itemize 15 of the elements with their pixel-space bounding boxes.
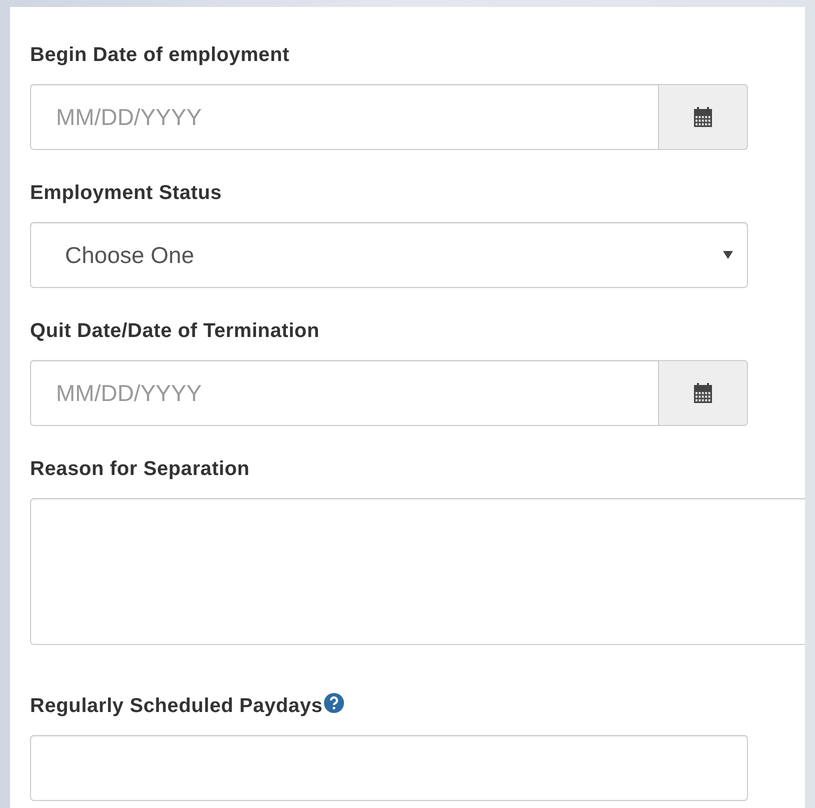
status-select[interactable]: Choose One (30, 222, 748, 288)
field-label: Employment Status (30, 182, 222, 204)
date-input[interactable]: MM/DD/YYYY (30, 360, 658, 426)
calendar-icon (694, 107, 712, 127)
field-label: Reason for Separation (30, 458, 250, 480)
calendar-button[interactable] (658, 84, 748, 150)
text-input[interactable] (30, 735, 748, 801)
date-input[interactable]: MM/DD/YYYY (30, 84, 658, 150)
calendar-icon (694, 383, 712, 403)
field-label: Quit Date/Date of Termination (30, 320, 320, 342)
help-icon[interactable] (324, 693, 344, 713)
field-label: Regularly Scheduled Paydays (30, 694, 323, 718)
caret-icon (723, 251, 733, 259)
field-label: Begin Date of employment (30, 44, 290, 66)
calendar-button[interactable] (658, 360, 748, 426)
